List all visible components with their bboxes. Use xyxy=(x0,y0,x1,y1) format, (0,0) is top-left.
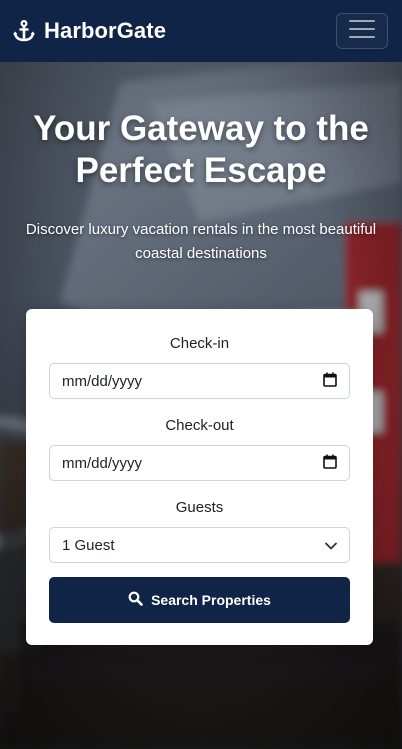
hamburger-menu-icon xyxy=(349,19,375,44)
guests-label: Guests xyxy=(175,499,224,516)
search-icon xyxy=(128,591,143,609)
navbar-toggle-button[interactable] xyxy=(336,13,388,49)
checkin-date-input[interactable]: mm/dd/yyyy xyxy=(49,363,350,399)
calendar-icon[interactable] xyxy=(323,372,337,391)
calendar-icon[interactable] xyxy=(323,454,337,473)
checkin-date-value: mm/dd/yyyy xyxy=(62,372,143,390)
hero-title-line-2: Perfect Escape xyxy=(75,151,327,190)
checkout-date-input[interactable]: mm/dd/yyyy xyxy=(49,445,350,481)
navbar: HarborGate xyxy=(0,0,402,62)
guests-select[interactable]: 1 Guest xyxy=(49,527,350,563)
checkout-date-value: mm/dd/yyyy xyxy=(62,454,143,472)
hero-title-line-1: Your Gateway to the xyxy=(33,109,369,148)
hero-section: Your Gateway to the Perfect Escape Disco… xyxy=(0,62,402,749)
guests-selected-value: 1 Guest xyxy=(62,536,115,554)
brand-link[interactable]: HarborGate xyxy=(12,18,166,44)
checkin-label: Check-in xyxy=(169,335,230,352)
hero-title: Your Gateway to the Perfect Escape xyxy=(0,108,402,192)
search-properties-button[interactable]: Search Properties xyxy=(49,577,350,623)
brand-name: HarborGate xyxy=(44,18,167,43)
hero-subtitle-line-2: coastal destinations xyxy=(135,245,267,262)
checkout-label: Check-out xyxy=(165,417,234,434)
hero-subtitle-line-1: Discover luxury vacation rentals in the … xyxy=(25,221,377,238)
chevron-down-icon xyxy=(325,537,337,554)
anchor-icon xyxy=(12,19,36,43)
search-form-card: Check-in mm/dd/yyyy Check-out mm/dd/yyyy xyxy=(26,309,373,645)
search-button-label: Search Properties xyxy=(151,592,271,608)
hero-subtitle: Discover luxury vacation rentals in the … xyxy=(18,218,384,266)
